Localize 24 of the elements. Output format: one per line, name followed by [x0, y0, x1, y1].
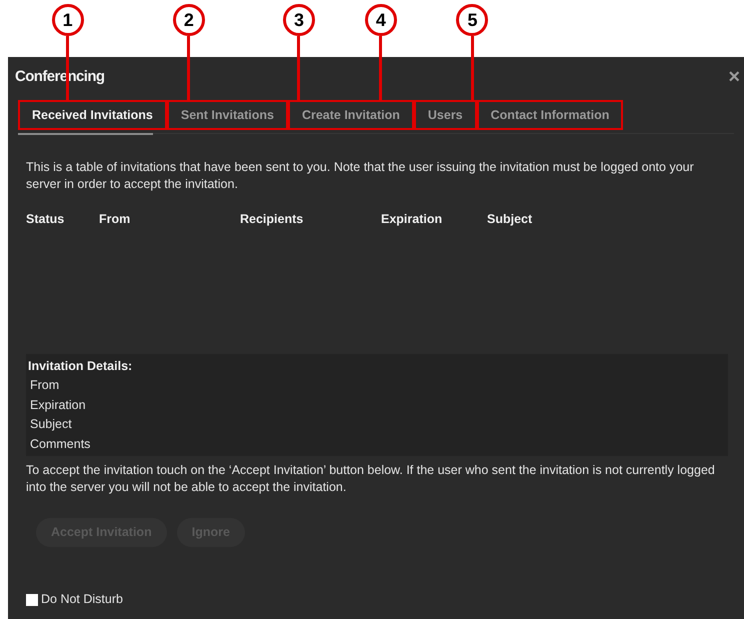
- detail-label: Expiration: [30, 396, 86, 414]
- description-text: This is a table of invitations that have been sent to you. Note that the user issuing the invitation must be logged onto your server in order to accept the invitation.: [26, 159, 695, 193]
- callout-number: 3: [282, 4, 315, 36]
- column-header: From: [99, 211, 130, 228]
- callout-number: 2: [172, 4, 205, 36]
- callout-number: 1: [52, 4, 84, 36]
- callout-number: 4: [364, 4, 397, 36]
- tab[interactable]: Create Invitation: [288, 100, 414, 130]
- detail-label: Comments: [30, 436, 90, 452]
- callout-number: 5: [456, 4, 488, 36]
- checkbox-label: Do Not Disturb: [41, 591, 123, 608]
- tab[interactable]: Contact Information: [476, 100, 624, 130]
- column-header: Expiration: [381, 211, 442, 228]
- column-header: Recipients: [240, 211, 304, 228]
- column-header: Status: [26, 211, 64, 228]
- tab[interactable]: Users: [414, 100, 477, 130]
- close-button[interactable]: ×: [728, 67, 740, 87]
- detail-label: Subject: [30, 416, 72, 433]
- details-heading: Invitation Details:: [28, 358, 132, 375]
- tab[interactable]: Received Invitations: [18, 100, 167, 130]
- tab[interactable]: Sent Invitations: [166, 100, 288, 130]
- column-header: Subject: [487, 211, 532, 228]
- instructions-text: To accept the invitation touch on the ‘Accept Invitation’ button below. If the user who sent the invitation is not currently logged into the server you will not be able to accept the invitation.: [26, 462, 716, 496]
- detail-label: From: [30, 377, 60, 394]
